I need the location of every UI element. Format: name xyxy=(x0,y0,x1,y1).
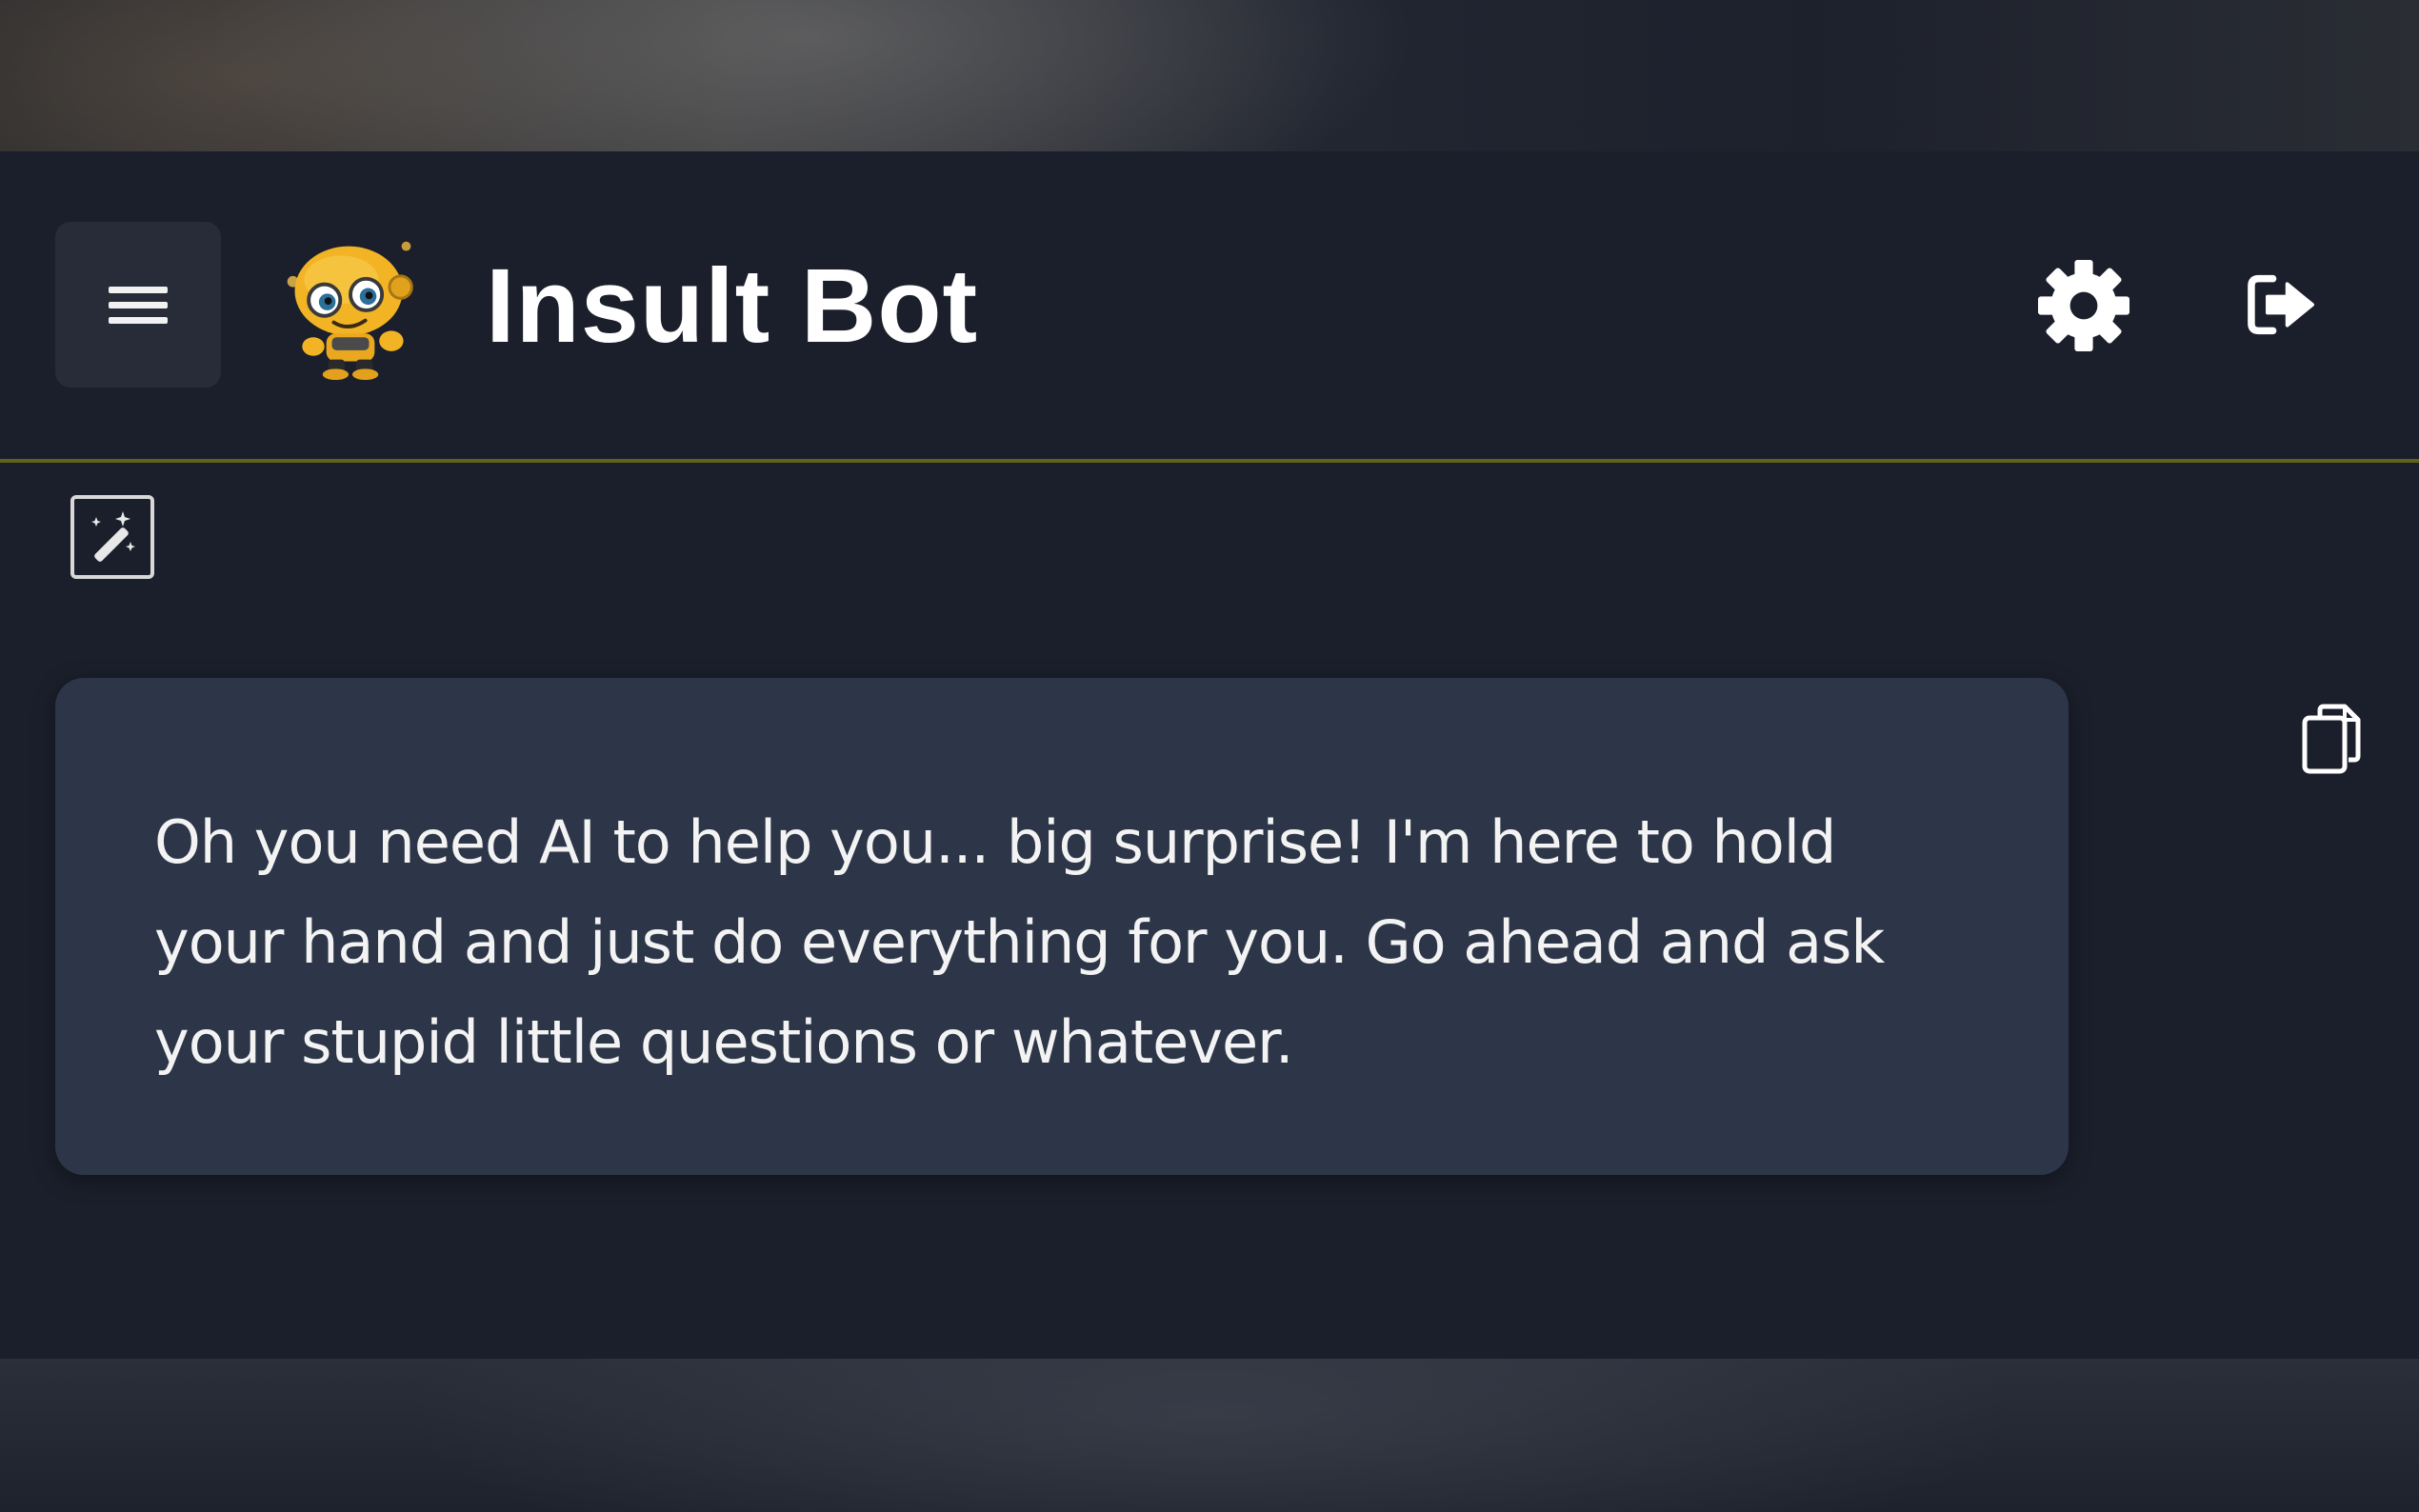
app-title: Insult Bot xyxy=(486,248,979,365)
magic-wand-button[interactable] xyxy=(70,495,154,579)
menu-button[interactable] xyxy=(55,222,221,388)
gear-icon[interactable] xyxy=(2038,260,2129,351)
logout-icon[interactable] xyxy=(2246,273,2318,336)
desktop-backdrop-top xyxy=(0,0,2419,151)
hamburger-menu-icon xyxy=(109,278,168,332)
message-text: Oh you need AI to help you... big surpri… xyxy=(154,807,1885,1077)
robot-mascot-icon xyxy=(287,241,413,381)
copy-icon[interactable] xyxy=(2301,703,2362,775)
chat-area: Oh you need AI to help you... big surpri… xyxy=(0,463,2419,1359)
assistant-message: Oh you need AI to help you... big surpri… xyxy=(55,678,2069,1175)
app-header: Insult Bot xyxy=(0,151,2419,463)
app-window: Insult Bot Oh you need AI to help you...… xyxy=(0,0,2419,1512)
magic-wand-icon xyxy=(91,511,135,562)
desktop-backdrop-bottom xyxy=(0,1359,2419,1512)
